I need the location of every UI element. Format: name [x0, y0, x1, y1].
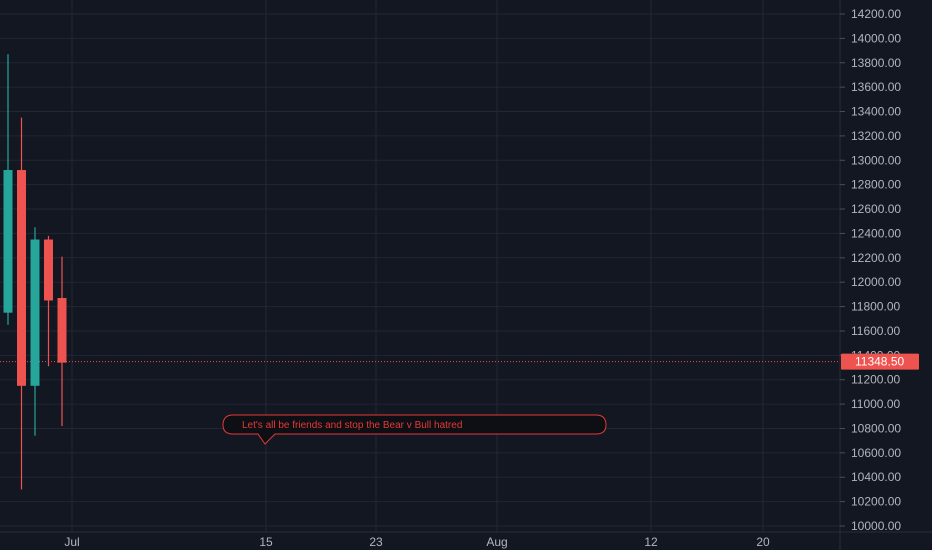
- annotation-text: Let's all be friends and stop the Bear v…: [242, 420, 462, 431]
- time-tick-label: 12: [644, 535, 658, 549]
- price-tick-label: 13000.00: [851, 153, 901, 167]
- price-tick-label: 10800.00: [851, 421, 901, 435]
- candle-body: [44, 239, 53, 301]
- candle-body: [57, 298, 67, 363]
- candle-body: [30, 239, 40, 386]
- price-tick-label: 13200.00: [851, 129, 901, 143]
- price-tick-label: 13600.00: [851, 80, 901, 94]
- time-tick-label: 15: [259, 535, 273, 549]
- price-tick-label: 11800.00: [851, 300, 900, 314]
- price-tick-label: 13400.00: [851, 105, 901, 119]
- price-tick-label: 14200.00: [851, 7, 901, 21]
- price-tick-label: 10200.00: [851, 495, 901, 509]
- candle-body: [3, 170, 13, 313]
- price-tick-label: 10600.00: [851, 446, 901, 460]
- price-tick-label: 11200.00: [851, 373, 900, 387]
- price-tick-label: 12000.00: [851, 275, 901, 289]
- candle-body: [17, 170, 26, 386]
- price-tick-label: 11000.00: [851, 397, 900, 411]
- price-tick-label: 10400.00: [851, 470, 901, 484]
- price-tick-label: 12400.00: [851, 226, 901, 240]
- last-price-label: 11348.50: [855, 355, 904, 369]
- time-tick-label: 20: [756, 535, 770, 549]
- time-tick-label: Jul: [64, 535, 79, 549]
- price-tick-label: 10000.00: [851, 519, 901, 533]
- price-chart[interactable]: 10000.00 10200.00 10400.00 10600.00 10800.00…: [0, 0, 932, 550]
- price-tick-label: 14000.00: [851, 31, 901, 45]
- price-tick-label: 12600.00: [851, 202, 901, 216]
- time-tick-label: 23: [369, 535, 383, 549]
- price-tick-label: 11600.00: [851, 324, 900, 338]
- last-price-tag: 11348.50: [841, 353, 919, 370]
- chart-background: [0, 0, 932, 550]
- price-tick-label: 13800.00: [851, 56, 901, 70]
- price-tick-label: 12200.00: [851, 251, 901, 265]
- price-tick-label: 12800.00: [851, 178, 901, 192]
- time-tick-label: Aug: [486, 535, 507, 549]
